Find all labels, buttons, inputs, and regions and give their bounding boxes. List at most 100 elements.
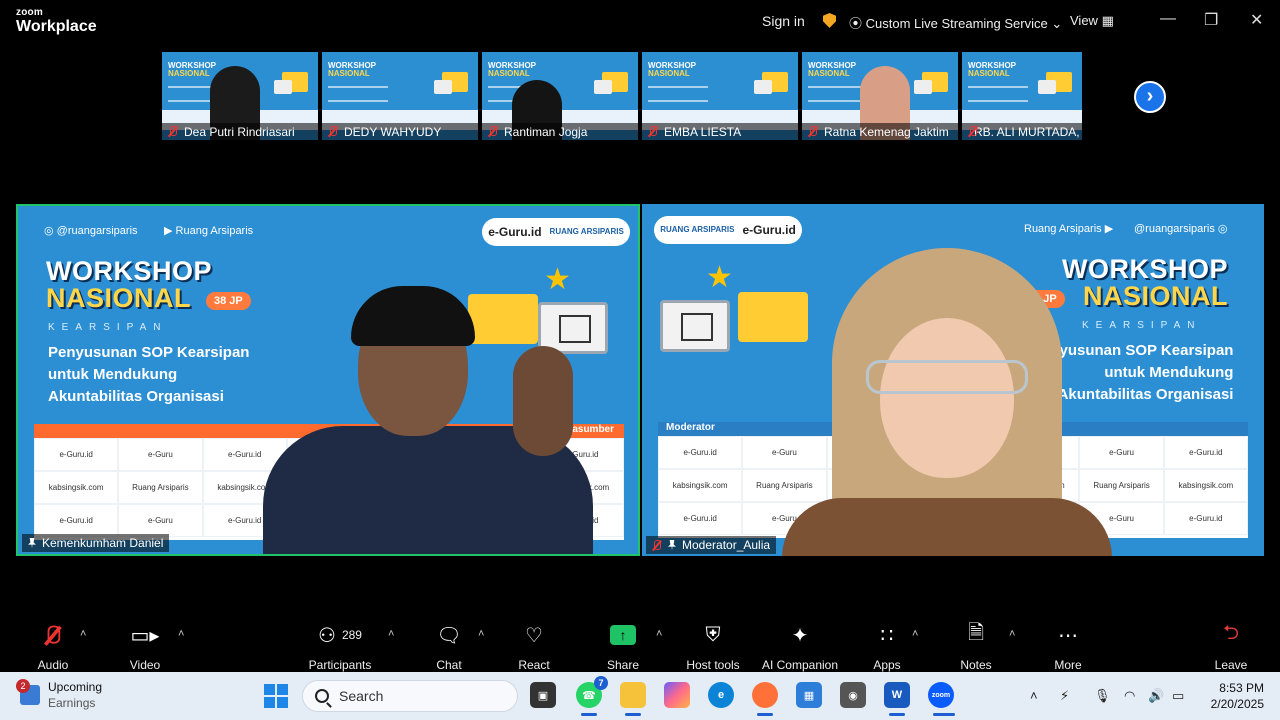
participant-thumbnail[interactable]: WORKSHOPNASIONAL RB. ALI MURTADA, SE [962,52,1082,140]
pin-icon [668,539,676,551]
system-clock[interactable]: 8:53 PM 2/20/2025 [1200,680,1264,712]
sparkle-icon: ✦ [791,624,809,647]
wifi-icon[interactable]: ◠ [1124,688,1135,704]
next-page-button[interactable]: › [1134,81,1166,113]
clock-time: 8:53 PM [1219,681,1264,695]
video-camera-icon: ▭▸ [130,624,160,647]
speaker-video-tile[interactable]: ◎ @ruangarsiparis ▶ Ruang Arsiparis e-Gu… [16,204,640,556]
notes-button[interactable]: 🗎 Notes [931,622,1021,672]
notes-options-caret[interactable]: ˄ [1009,628,1015,640]
widget-subtitle: Earnings [48,696,96,710]
shield-icon[interactable] [823,13,836,28]
participant-thumbnail[interactable]: WORKSHOP NASIONAL Dea Putri Rindriasari [162,52,318,140]
chevron-up-icon[interactable]: ˄ [1030,688,1038,703]
minimize-icon[interactable]: — [1160,10,1176,28]
eguru-logo: e-Guru.id RUANG ARSIPARIS [482,218,630,246]
camera-icon[interactable]: ◉ [840,682,866,708]
more-button[interactable]: ⋯ More [1023,622,1113,673]
moderator-video-tile[interactable]: RUANG ARSIPARIS e-Guru.id Ruang Arsiparis… [642,204,1264,556]
share-options-caret[interactable]: ˄ [656,628,662,640]
participant-thumbnail[interactable]: WORKSHOP NASIONAL Rantiman Jogja [482,52,638,140]
sponsor-cell: e-Guru.id [658,502,743,535]
sponsor-cell: kabsingsik.com [1163,469,1248,502]
kearsipan-label: KEARSIPAN [48,322,168,333]
leave-button[interactable]: ⮌ Leave [1186,622,1276,672]
mic-muted-icon [652,539,662,551]
task-view-icon[interactable]: ▣ [530,682,556,708]
participant-thumbnail[interactable]: WORKSHOP NASIONAL Ratna Kemenag Jaktim [802,52,958,140]
live-streaming-label: Custom Live Streaming Service [865,16,1048,31]
sponsor-cell: e-Guru.id [1163,436,1248,469]
participants-icon: ⚇ [318,624,336,647]
sponsor-cell: Ruang Arsiparis [118,471,203,504]
chevron-down-icon: ⌄ [1051,16,1063,31]
eguru-logo: RUANG ARSIPARIS e-Guru.id [654,216,802,244]
zoom-taskbar-icon[interactable]: zoom [928,682,954,708]
edge-browser-icon[interactable]: e [708,682,734,708]
share-screen-icon: ↑ [610,625,636,645]
grid-icon: ▦ [1101,13,1114,28]
microphone-icon[interactable]: 🎙 [1094,688,1111,704]
sign-in-link[interactable]: Sign in [762,13,805,29]
speaker-icon[interactable]: 🔊 [1148,688,1164,704]
search-icon [315,689,329,703]
file-explorer-icon[interactable] [620,682,646,708]
word-icon[interactable]: W [884,682,910,708]
youtube-channel: ▶ Ruang Arsiparis [164,225,254,237]
moderator-name-label: Moderator_Aulia [646,536,777,554]
battery-icon[interactable]: ▭ [1172,688,1184,704]
mic-muted-icon [328,126,338,137]
battery-saver-icon[interactable]: ⚡ [1060,688,1069,704]
pin-icon [28,537,36,549]
taskbar-search-box[interactable]: Search [302,680,518,712]
news-icon: 2 [16,679,40,705]
apps-button[interactable]: ∷ Apps [842,622,932,673]
moderator-person [782,248,1112,556]
video-button[interactable]: ▭▸ Video [100,622,190,673]
host-tools-button[interactable]: ⛨ Host tools [668,622,758,673]
speaker-person [263,286,593,554]
apps-icon: ∷ [880,624,894,647]
widget-title: Upcoming [48,680,103,694]
firefox-icon[interactable] [752,682,778,708]
brand-big: Workplace [16,18,97,35]
react-button[interactable]: ♡ React [489,622,579,673]
sponsor-cell: e-Guru.id [34,504,119,537]
microsoft-store-icon[interactable]: ▦ [796,682,822,708]
share-button[interactable]: ↑ Share [578,622,668,672]
participant-name: Rantiman Jogja [504,124,588,139]
copilot-icon[interactable] [664,682,690,708]
live-streaming-menu[interactable]: ⦿ Custom Live Streaming Service ⌄ [849,13,1062,32]
mic-muted-icon [648,126,658,137]
participant-name: DEDY WAHYUDY [344,124,442,139]
sponsor-cell: kabsingsik.com [34,471,119,504]
meeting-toolbar: Audio ˄ ▭▸ Video ˄ ⚇ 289 Participants ˄ 🗨… [0,614,1280,672]
close-icon[interactable]: ✕ [1250,10,1263,30]
notification-badge: 2 [16,679,30,693]
sponsor-cell: e-Guru.id [34,438,119,471]
maximize-icon[interactable]: ❐ [1204,10,1218,30]
view-label: View [1070,13,1098,28]
audio-options-caret[interactable]: ˄ [80,628,86,640]
whatsapp-badge: 7 [594,676,608,690]
windows-start-icon[interactable] [264,684,288,708]
participant-thumbnail[interactable]: WORKSHOP NASIONAL DEDY WAHYUDY [322,52,478,140]
clock-date: 2/20/2025 [1210,697,1264,712]
participants-options-caret[interactable]: ˄ [388,628,394,640]
speaker-name-label: Kemenkumham Daniel [22,534,170,552]
ai-companion-button[interactable]: ✦ AI Companion [755,622,845,673]
shield-icon: ⛨ [705,623,721,646]
participants-button[interactable]: ⚇ 289 Participants [294,622,386,673]
weather-widget[interactable]: 2 Upcoming Earnings [16,679,103,710]
sponsor-cell: e-Guru.id [1163,502,1248,535]
participant-thumbnail[interactable]: WORKSHOP NASIONAL EMBA LIESTA [642,52,798,140]
jp-badge: 38 JP [206,292,251,310]
whatsapp-icon[interactable]: ☎ 7 [576,676,608,708]
view-menu[interactable]: View ▦ [1070,13,1114,29]
title-bar: zoom Workplace Sign in ⦿ Custom Live Str… [0,0,1280,44]
apps-options-caret[interactable]: ˄ [912,628,918,640]
laptop-illustration [660,300,730,352]
chat-options-caret[interactable]: ˄ [478,628,484,640]
participant-name: Dea Putri Rindriasari [184,124,295,139]
video-options-caret[interactable]: ˄ [178,628,184,640]
